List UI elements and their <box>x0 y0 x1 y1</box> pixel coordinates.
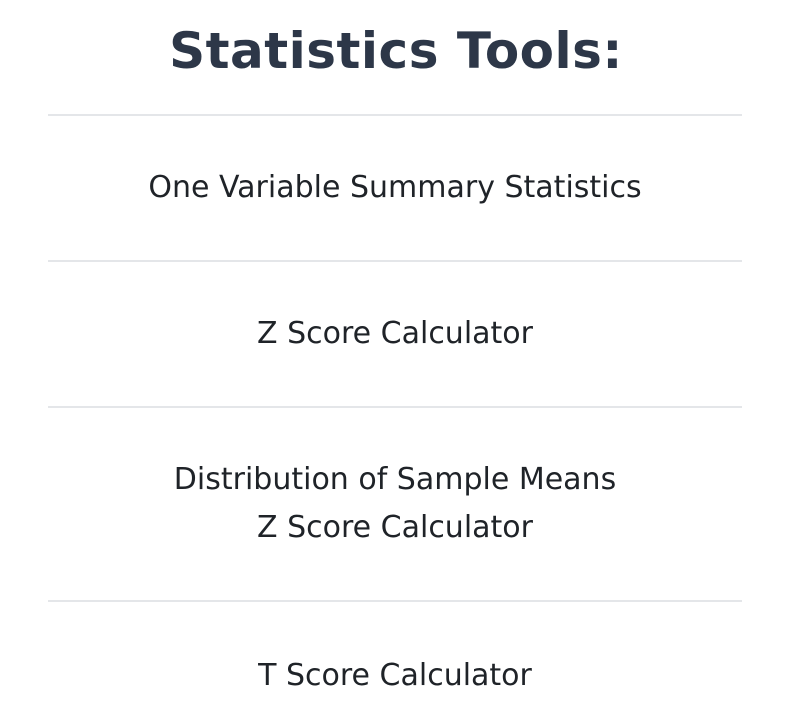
tool-label-line-1: Distribution of Sample Means <box>173 462 617 497</box>
tool-distribution-of-sample-means-z-score-calculator[interactable]: Distribution of Sample Means Z Score Cal… <box>48 406 742 600</box>
tool-label: Z Score Calculator <box>257 316 533 351</box>
tool-label: One Variable Summary Statistics <box>148 170 642 205</box>
page-title: Statistics Tools: <box>169 22 623 80</box>
tool-z-score-calculator[interactable]: Z Score Calculator <box>48 260 742 406</box>
tool-t-score-calculator[interactable]: T Score Calculator <box>48 600 742 726</box>
tool-label-line-2: Z Score Calculator <box>257 510 533 545</box>
tools-list: One Variable Summary Statistics Z Score … <box>48 114 742 726</box>
tool-one-variable-summary-statistics[interactable]: One Variable Summary Statistics <box>48 114 742 260</box>
statistics-tools-page: Statistics Tools: One Variable Summary S… <box>0 0 792 728</box>
tool-label: Distribution of Sample Means Z Score Cal… <box>174 456 616 552</box>
tool-label: T Score Calculator <box>258 658 532 693</box>
